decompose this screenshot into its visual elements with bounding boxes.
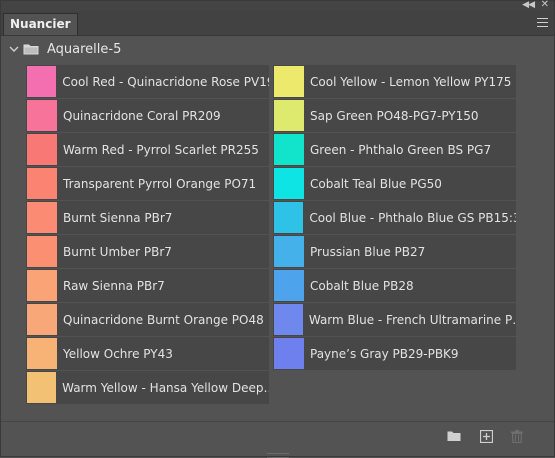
swatch-label: Cool Blue - Phthalo Blue GS PB15:3 (309, 210, 516, 225)
swatch-item[interactable]: Yellow Ochre PY43 (26, 337, 269, 370)
swatch-group-header[interactable]: Aquarelle-5 (7, 39, 547, 59)
swatch-color-chip (27, 168, 57, 199)
swatch-color-chip (274, 66, 304, 97)
swatch-label: Cool Red - Quinacridone Rose PV19 (62, 74, 269, 89)
swatch-label: Payne’s Gray PB29-PBK9 (310, 346, 459, 361)
close-icon[interactable]: ✕ (541, 0, 549, 10)
swatch-color-chip (27, 372, 57, 403)
swatch-item[interactable]: Quinacridone Burnt Orange PO48 (26, 303, 269, 336)
swatch-label: Warm Red - Pyrrol Scarlet PR255 (63, 142, 259, 157)
panel-top-strip: ◀◀ ✕ (1, 0, 554, 11)
swatch-label: Burnt Umber PBr7 (63, 244, 172, 259)
swatch-color-chip (27, 100, 57, 131)
swatch-item[interactable]: Cool Blue - Phthalo Blue GS PB15:3 (273, 201, 516, 234)
swatch-color-chip (274, 338, 304, 369)
swatch-color-chip (274, 202, 304, 233)
swatch-color-chip (27, 270, 57, 301)
folder-icon (23, 44, 39, 55)
swatch-color-chip (274, 236, 304, 267)
swatch-item[interactable]: Warm Yellow - Hansa Yellow Deep… (26, 371, 269, 404)
swatch-item[interactable]: Burnt Umber PBr7 (26, 235, 269, 268)
swatch-color-chip (27, 304, 57, 335)
double-chevron-left-icon[interactable]: ◀◀ (522, 0, 535, 10)
swatch-label: Sap Green PO48-PG7-PY150 (310, 108, 479, 123)
swatch-label: Yellow Ochre PY43 (63, 346, 173, 361)
swatch-label: Cobalt Blue PB28 (310, 278, 414, 293)
new-folder-icon[interactable] (447, 430, 461, 442)
swatch-item[interactable]: Cobalt Blue PB28 (273, 269, 516, 302)
swatch-item[interactable]: Payne’s Gray PB29-PBK9 (273, 337, 516, 370)
swatch-item[interactable]: Cool Red - Quinacridone Rose PV19 (26, 65, 269, 98)
new-swatch-icon[interactable] (480, 430, 493, 443)
swatch-color-chip (27, 202, 57, 233)
swatch-color-chip (274, 100, 304, 131)
swatch-label: Quinacridone Coral PR209 (63, 108, 221, 123)
swatch-color-chip (274, 134, 304, 165)
trash-icon[interactable] (511, 430, 523, 443)
swatch-label: Warm Blue - French Ultramarine P… (308, 312, 516, 327)
swatch-label: Prussian Blue PB27 (310, 244, 426, 259)
swatch-item[interactable]: Quinacridone Coral PR209 (26, 99, 269, 132)
swatch-color-chip (27, 236, 57, 267)
swatch-label: Green - Phthalo Green BS PG7 (310, 142, 492, 157)
hamburger-menu-icon[interactable] (537, 18, 548, 27)
swatch-label: Raw Sienna PBr7 (63, 278, 165, 293)
swatch-color-chip (27, 338, 57, 369)
swatch-label: Warm Yellow - Hansa Yellow Deep… (62, 380, 269, 395)
swatch-color-chip (27, 66, 57, 97)
chevron-down-icon[interactable] (9, 44, 19, 54)
swatch-item[interactable]: Transparent Pyrrol Orange PO71 (26, 167, 269, 200)
tab-nuancier[interactable]: Nuancier (3, 13, 78, 35)
swatch-label: Transparent Pyrrol Orange PO71 (63, 176, 257, 191)
swatch-label: Cobalt Teal Blue PG50 (310, 176, 442, 191)
swatch-label: Quinacridone Burnt Orange PO48 (63, 312, 264, 327)
swatch-label: Burnt Sienna PBr7 (63, 210, 173, 225)
swatch-color-chip (27, 134, 57, 165)
swatch-item[interactable]: Cool Yellow - Lemon Yellow PY175 (273, 65, 516, 98)
swatch-item[interactable]: Warm Blue - French Ultramarine P… (273, 303, 516, 336)
swatch-item[interactable]: Cobalt Teal Blue PG50 (273, 167, 516, 200)
swatch-item[interactable]: Sap Green PO48-PG7-PY150 (273, 99, 516, 132)
swatch-item[interactable]: Burnt Sienna PBr7 (26, 201, 269, 234)
panel-footer (1, 421, 554, 452)
resize-grip[interactable] (267, 453, 289, 458)
swatch-item[interactable]: Prussian Blue PB27 (273, 235, 516, 268)
swatch-color-chip (274, 168, 304, 199)
swatches-panel: ◀◀ ✕ Nuancier Aquarelle-5 Cool Red - Qui… (0, 0, 555, 458)
group-name: Aquarelle-5 (47, 41, 122, 57)
swatch-label: Cool Yellow - Lemon Yellow PY175 (310, 74, 512, 89)
swatch-color-chip (274, 270, 304, 301)
panel-tab-bar: Nuancier (1, 11, 554, 36)
swatch-item[interactable]: Raw Sienna PBr7 (26, 269, 269, 302)
swatch-item[interactable]: Green - Phthalo Green BS PG7 (273, 133, 516, 166)
swatch-item[interactable]: Warm Red - Pyrrol Scarlet PR255 (26, 133, 269, 166)
swatch-color-chip (274, 304, 303, 335)
